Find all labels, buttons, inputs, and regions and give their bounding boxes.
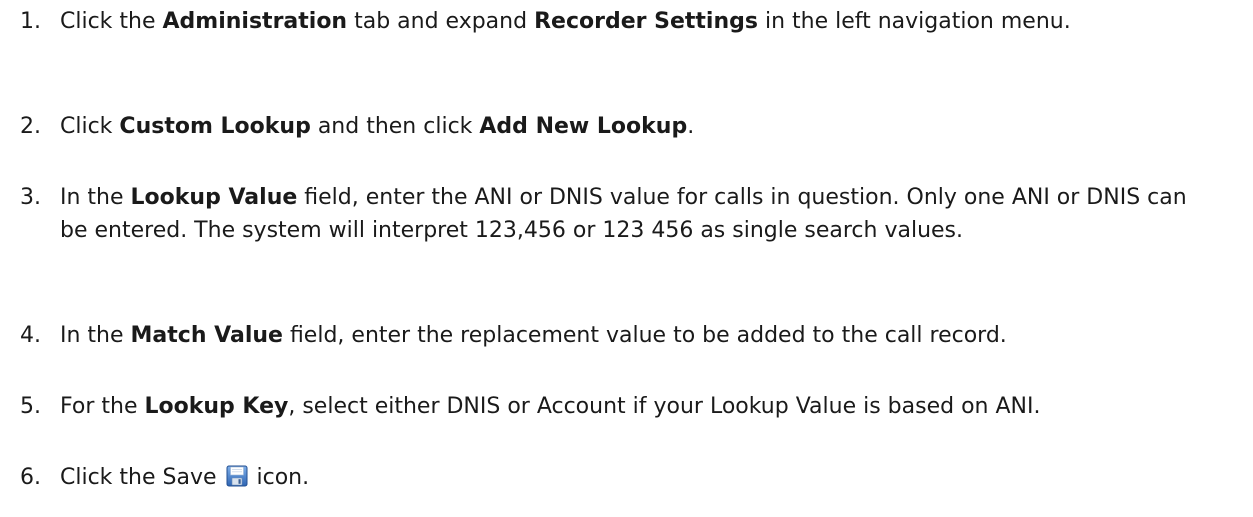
text: In the	[60, 185, 131, 210]
step-number: 6.	[20, 465, 41, 490]
text: tab and expand	[347, 9, 535, 34]
text: in the left navigation menu.	[757, 9, 1071, 34]
step-1: 1. Click the Administration tab and expa…	[20, 5, 1200, 38]
step-text: Click the Administration tab and expand …	[60, 5, 1200, 38]
text: Click the	[60, 9, 163, 34]
text: and then click	[310, 114, 480, 139]
ui-term-lookup-key: Lookup Key	[144, 394, 289, 419]
save-floppy-icon	[226, 464, 248, 487]
text: In the	[60, 323, 131, 348]
text: icon.	[256, 465, 310, 490]
ui-term-recorder-settings: Recorder Settings	[534, 9, 758, 34]
step-number: 1.	[20, 9, 41, 34]
step-text: Click the Save icon.	[60, 461, 1200, 494]
step-number: 4.	[20, 323, 41, 348]
step-text: For the Lookup Key, select either DNIS o…	[60, 390, 1200, 423]
ui-term-administration: Administration	[162, 9, 348, 34]
step-text: In the Match Value field, enter the repl…	[60, 319, 1200, 352]
step-4: 4. In the Match Value field, enter the r…	[20, 319, 1200, 352]
step-text: In the Lookup Value field, enter the ANI…	[60, 181, 1200, 247]
step-3: 3. In the Lookup Value field, enter the …	[20, 181, 1200, 247]
ui-term-lookup-value: Lookup Value	[130, 185, 298, 210]
text: .	[687, 114, 695, 139]
step-number: 3.	[20, 185, 41, 210]
step-2: 2. Click Custom Lookup and then click Ad…	[20, 110, 1200, 143]
ui-term-custom-lookup: Custom Lookup	[119, 114, 311, 139]
ui-term-add-new-lookup: Add New Lookup	[479, 114, 688, 139]
step-5: 5. For the Lookup Key, select either DNI…	[20, 390, 1200, 423]
step-text: Click Custom Lookup and then click Add N…	[60, 110, 1200, 143]
step-6: 6. Click the Save icon.	[20, 461, 1200, 494]
step-number: 5.	[20, 394, 41, 419]
step-number: 2.	[20, 114, 41, 139]
text: , select either DNIS or Account if your …	[288, 394, 1041, 419]
text: Click the Save	[60, 465, 224, 490]
text: For the	[60, 394, 145, 419]
ui-term-match-value: Match Value	[130, 323, 283, 348]
text: field, enter the replacement value to be…	[282, 323, 1007, 348]
text: Click	[60, 114, 120, 139]
